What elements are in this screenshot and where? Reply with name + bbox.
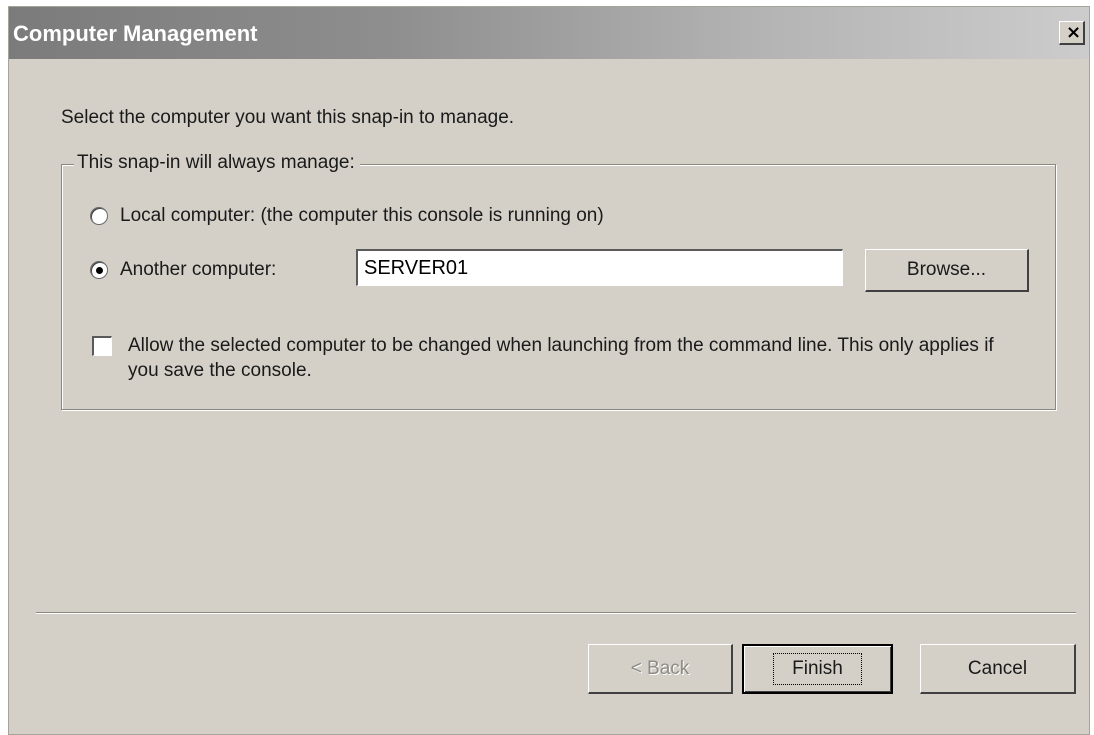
another-computer-option[interactable]: Another computer: <box>90 259 276 281</box>
cancel-button[interactable]: Cancel <box>920 644 1076 694</box>
allow-change-option[interactable]: Allow the selected computer to be change… <box>92 333 1008 383</box>
footer-separator <box>36 612 1076 614</box>
another-computer-label[interactable]: Another computer: <box>120 259 276 281</box>
title-bar[interactable]: Computer Management × <box>9 7 1089 59</box>
another-computer-radio[interactable] <box>90 261 108 279</box>
back-button[interactable]: < Back <box>588 644 733 694</box>
computer-name-input[interactable] <box>356 249 843 286</box>
local-computer-radio[interactable] <box>90 207 108 225</box>
local-computer-label[interactable]: Local computer: (the computer this conso… <box>120 205 604 227</box>
instruction-text: Select the computer you want this snap-i… <box>61 107 515 128</box>
close-icon: × <box>1066 22 1082 43</box>
finish-button[interactable]: Finish <box>742 644 893 694</box>
groupbox-legend: This snap-in will always manage: <box>74 152 360 174</box>
local-computer-option[interactable]: Local computer: (the computer this conso… <box>90 205 604 227</box>
finish-button-label: Finish <box>773 653 862 685</box>
computer-management-dialog: Computer Management × Select the compute… <box>8 6 1090 735</box>
allow-change-label[interactable]: Allow the selected computer to be change… <box>128 333 1008 383</box>
manage-groupbox: This snap-in will always manage: Local c… <box>61 152 1056 410</box>
allow-change-checkbox[interactable] <box>92 336 112 356</box>
window-title: Computer Management <box>13 21 258 46</box>
browse-button[interactable]: Browse... <box>865 249 1029 292</box>
close-button[interactable]: × <box>1059 21 1085 45</box>
